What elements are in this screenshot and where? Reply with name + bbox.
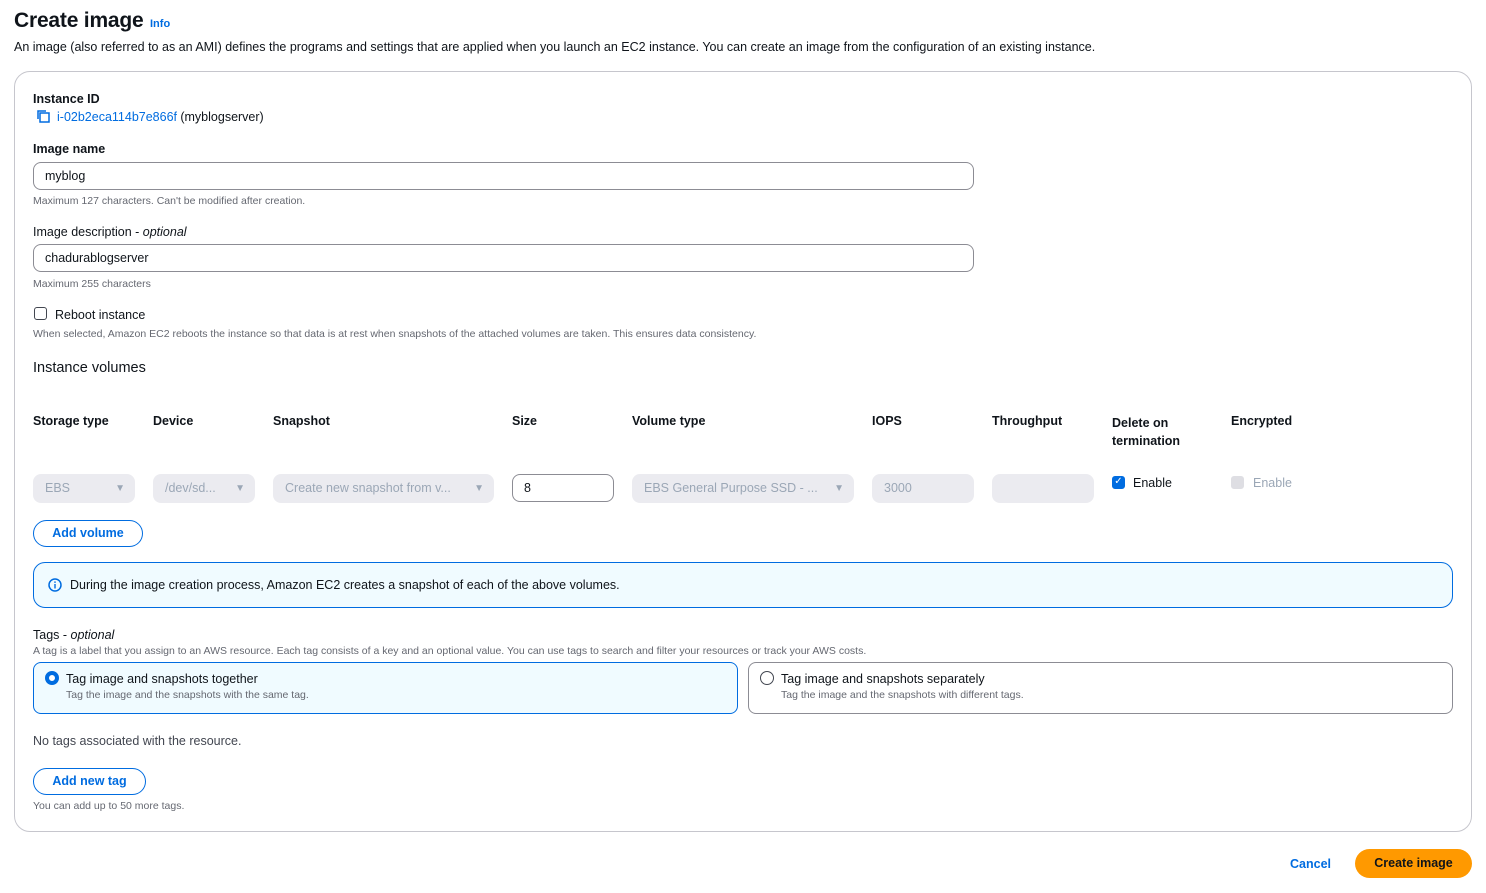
tag-separately-desc: Tag the image and the snapshots with dif… [781,689,1024,701]
col-iops: IOPS [872,414,902,428]
delete-on-termination-checkbox[interactable]: ✓ [1112,476,1125,489]
info-icon [48,578,62,592]
chevron-down-icon: ▼ [235,483,245,494]
encrypted-label: Enable [1253,476,1292,490]
delete-on-termination-label: Enable [1133,476,1172,490]
volume-type-select: EBS General Purpose SSD - ... ▼ [632,474,854,503]
instance-id-row: i-02b2eca114b7e866f (myblogserver) [57,110,264,124]
image-name-hint: Maximum 127 characters. Can't be modifie… [33,195,306,207]
image-description-hint: Maximum 255 characters [33,278,151,290]
image-name-input[interactable] [33,162,974,190]
instance-id-label: Instance ID [33,92,100,106]
throughput-input [992,474,1094,503]
image-description-label: Image description - optional [33,225,187,239]
image-name-label: Image name [33,142,106,156]
col-delete-on-termination: Delete on termination [1112,416,1181,448]
chevron-down-icon: ▼ [834,483,844,494]
reboot-checkbox[interactable] [34,307,47,320]
storage-type-select: EBS ▼ [33,474,135,503]
encrypted-checkbox [1231,476,1244,489]
tag-separately-radio[interactable] [760,671,774,685]
col-encrypted: Encrypted [1231,414,1293,428]
add-volume-button[interactable]: Add volume [33,520,143,547]
col-storage-type: Storage type [33,414,109,428]
tag-separately-option[interactable] [748,662,1453,714]
tag-together-radio[interactable] [45,671,59,685]
tag-together-title: Tag image and snapshots together [66,672,258,686]
tags-hint: A tag is a label that you assign to an A… [33,645,867,657]
instance-name: (myblogserver) [180,110,264,124]
device-select: /dev/sd... ▼ [153,474,255,503]
instance-volumes-title: Instance volumes [33,360,146,376]
size-input[interactable] [512,474,614,502]
snapshot-select: Create new snapshot from v... ▼ [273,474,494,503]
instance-id-link[interactable]: i-02b2eca114b7e866f [57,110,177,124]
reboot-label: Reboot instance [55,308,146,322]
reboot-hint: When selected, Amazon EC2 reboots the in… [33,328,757,340]
alert-text: During the image creation process, Amazo… [70,578,620,592]
no-tags-text: No tags associated with the resource. [33,734,242,748]
tag-separately-title: Tag image and snapshots separately [781,672,985,686]
col-device: Device [153,414,194,428]
page-title: Create image [14,9,144,32]
image-description-input[interactable] [33,244,974,272]
col-throughput: Throughput [992,414,1063,428]
col-size: Size [512,414,538,428]
copy-icon[interactable] [36,109,51,124]
iops-input: 3000 [872,474,974,503]
tag-together-option[interactable] [33,662,738,714]
create-image-button[interactable]: Create image [1355,849,1472,878]
col-snapshot: Snapshot [273,414,330,428]
tags-limit-hint: You can add up to 50 more tags. [33,800,185,812]
cancel-button[interactable]: Cancel [1290,857,1331,871]
add-new-tag-button[interactable]: Add new tag [33,768,146,795]
col-volume-type: Volume type [632,414,706,428]
chevron-down-icon: ▼ [115,483,125,494]
chevron-down-icon: ▼ [474,483,484,494]
tags-label: Tags - optional [33,628,115,642]
tag-together-desc: Tag the image and the snapshots with the… [66,689,309,701]
info-link[interactable]: Info [150,18,170,30]
page-description: An image (also referred to as an AMI) de… [14,40,1096,54]
